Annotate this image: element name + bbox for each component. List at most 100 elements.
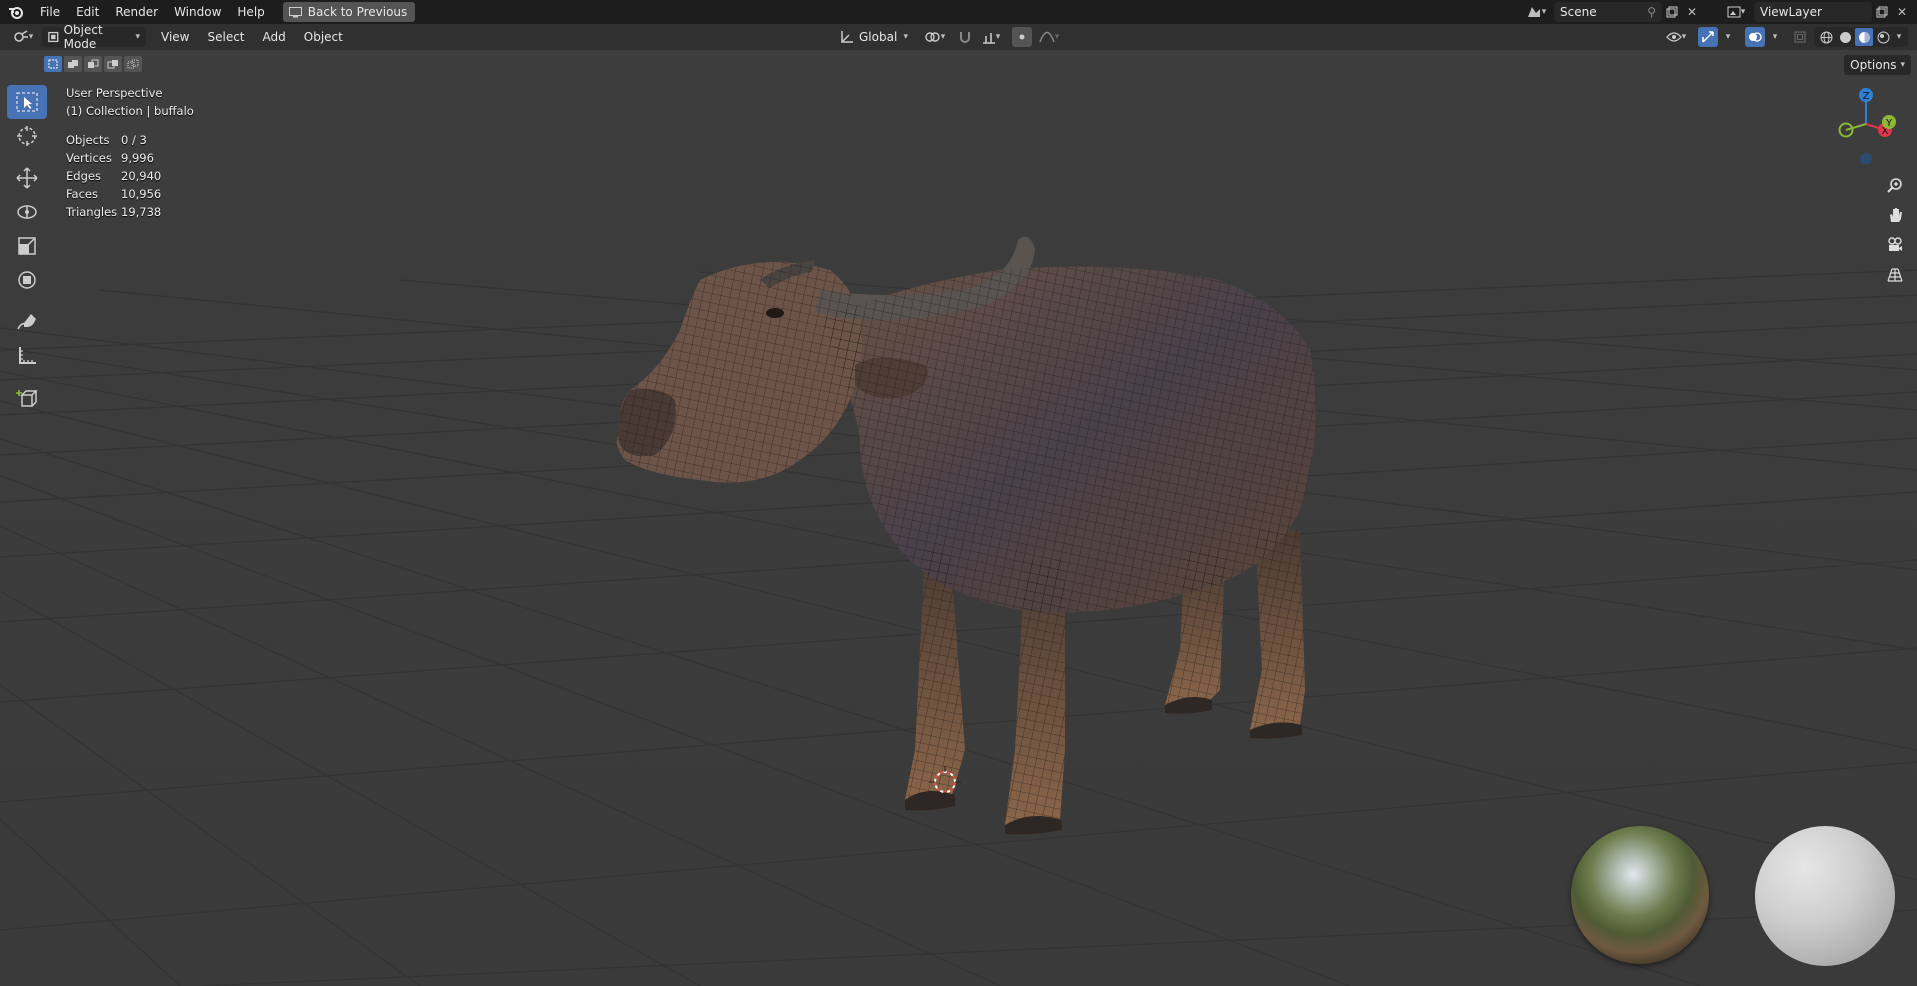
add-cube-icon (16, 390, 38, 407)
mode-label: Object Mode (63, 23, 103, 51)
menu-window[interactable]: Window (166, 0, 229, 24)
shading-mode-group: ▾ (1814, 27, 1908, 47)
stat-label: Triangles (66, 205, 118, 219)
menu-render[interactable]: Render (107, 0, 166, 24)
back-to-previous-label: Back to Previous (307, 5, 408, 19)
viewport-header: ▾ Object Mode ▾ View Select Add Object G… (0, 23, 1917, 51)
transform-tool[interactable] (7, 263, 47, 297)
new-scene-icon[interactable] (1662, 2, 1682, 22)
stat-value: 9,996 (121, 151, 154, 165)
orientation-label: Global (859, 30, 898, 44)
falloff-icon[interactable]: ▾ (1034, 27, 1064, 47)
scale-tool[interactable] (7, 229, 47, 263)
overlays-dropdown-icon[interactable]: ▾ (1765, 27, 1785, 47)
navigation-gizmo[interactable]: Z X Y (1830, 84, 1900, 164)
select-subtract-icon[interactable] (84, 56, 102, 72)
chevron-down-icon: ▾ (135, 32, 140, 42)
menu-edit[interactable]: Edit (68, 0, 107, 24)
shading-dropdown-icon[interactable]: ▾ (1893, 32, 1905, 42)
select-intersect-icon[interactable] (124, 56, 142, 72)
select-difference-icon[interactable] (104, 56, 122, 72)
options-label: Options (1850, 58, 1897, 72)
select-mode-group (44, 56, 142, 72)
stat-label: Faces (66, 187, 98, 201)
top-bar: File Edit Render Window Help Back to Pre… (0, 0, 1917, 24)
material-preview-shading-icon[interactable] (1855, 28, 1873, 46)
neg-z-axis-handle[interactable] (1860, 153, 1872, 164)
menu-add[interactable]: Add (254, 30, 295, 44)
pan-hand-icon[interactable] (1881, 200, 1909, 230)
select-extend-icon[interactable] (64, 56, 82, 72)
screen-icon (288, 6, 302, 17)
pin-icon[interactable]: ⚲ (1647, 5, 1656, 19)
scene-icon[interactable]: ▾ (1522, 2, 1550, 22)
rotate-icon (17, 205, 37, 219)
view-layer-name-field[interactable]: ViewLayer (1754, 2, 1872, 22)
scene-name: Scene (1560, 5, 1597, 19)
hdri-preview-sphere[interactable] (1571, 826, 1709, 964)
delete-view-layer-icon[interactable]: ✕ (1892, 2, 1912, 22)
stat-value: 10,956 (121, 187, 162, 201)
z-axis-label: Z (1863, 91, 1870, 102)
stat-label: Vertices (66, 151, 112, 165)
scene-selector[interactable]: ▾ Scene ⚲ ✕ (1522, 2, 1702, 22)
back-to-previous-button[interactable]: Back to Previous (282, 2, 416, 22)
select-box-tool[interactable] (7, 85, 47, 119)
xray-toggle-icon[interactable] (1790, 27, 1810, 47)
transform-icon (18, 271, 36, 289)
stat-value: 0 / 3 (121, 133, 147, 147)
annotate-icon (17, 314, 36, 330)
select-box-icon (16, 92, 38, 112)
overlays-toggle-icon[interactable] (1745, 27, 1765, 47)
snap-toggle-icon[interactable] (955, 27, 975, 47)
stat-row: Vertices 9,996 (66, 149, 161, 167)
menu-select[interactable]: Select (198, 30, 253, 44)
annotate-tool[interactable] (7, 305, 47, 339)
menu-view[interactable]: View (152, 30, 198, 44)
view-layer-icon[interactable]: ▾ (1722, 2, 1750, 22)
material-preview-sphere[interactable] (1755, 826, 1895, 966)
stat-label: Edges (66, 169, 101, 183)
rendered-shading-icon[interactable] (1874, 28, 1892, 46)
orientation-dropdown[interactable]: Global ▾ (834, 27, 914, 47)
stat-value: 20,940 (121, 169, 162, 183)
3d-viewport[interactable]: User Perspective (1) Collection | buffal… (0, 50, 1917, 986)
orientation-icon (841, 31, 853, 43)
pivot-point-icon[interactable]: ▾ (920, 27, 950, 47)
zoom-icon[interactable] (1881, 170, 1909, 200)
options-dropdown[interactable]: Options ▾ (1844, 55, 1911, 75)
viewport-info: User Perspective (1) Collection | buffal… (66, 84, 194, 120)
mode-dropdown[interactable]: Object Mode ▾ (42, 23, 146, 51)
measure-tool[interactable] (7, 339, 47, 373)
cursor-tool[interactable] (7, 119, 47, 153)
snap-target-icon[interactable]: ▾ (976, 27, 1006, 47)
gizmo-toggle-icon[interactable] (1698, 27, 1718, 47)
visibility-selectability-icon[interactable]: ▾ (1660, 27, 1692, 47)
select-new-icon[interactable] (44, 56, 62, 72)
view-layer-name: ViewLayer (1760, 5, 1822, 19)
tool-shelf (7, 85, 47, 415)
menu-file[interactable]: File (32, 0, 68, 24)
rotate-tool[interactable] (7, 195, 47, 229)
move-icon (16, 167, 38, 189)
gizmo-dropdown-icon[interactable]: ▾ (1718, 27, 1738, 47)
add-cube-tool[interactable] (7, 381, 47, 415)
wireframe-shading-icon[interactable] (1817, 28, 1835, 46)
perspective-label: User Perspective (66, 86, 163, 100)
stat-row: Objects 0 / 3 (66, 131, 161, 149)
editor-type-icon[interactable]: ▾ (6, 27, 40, 47)
view-layer-selector[interactable]: ▾ ViewLayer ✕ (1722, 2, 1912, 22)
blender-logo-icon[interactable] (0, 0, 32, 24)
scene-name-field[interactable]: Scene ⚲ (1554, 2, 1662, 22)
menu-object[interactable]: Object (295, 30, 352, 44)
perspective-toggle-icon[interactable] (1881, 260, 1909, 290)
proportional-editing-icon[interactable] (1012, 27, 1032, 47)
menu-help[interactable]: Help (229, 0, 272, 24)
delete-scene-icon[interactable]: ✕ (1682, 2, 1702, 22)
camera-view-icon[interactable] (1881, 230, 1909, 260)
y-axis-label: Y (1885, 118, 1893, 129)
move-tool[interactable] (7, 161, 47, 195)
new-view-layer-icon[interactable] (1872, 2, 1892, 22)
viewport-nav-buttons (1881, 170, 1909, 290)
solid-shading-icon[interactable] (1836, 28, 1854, 46)
